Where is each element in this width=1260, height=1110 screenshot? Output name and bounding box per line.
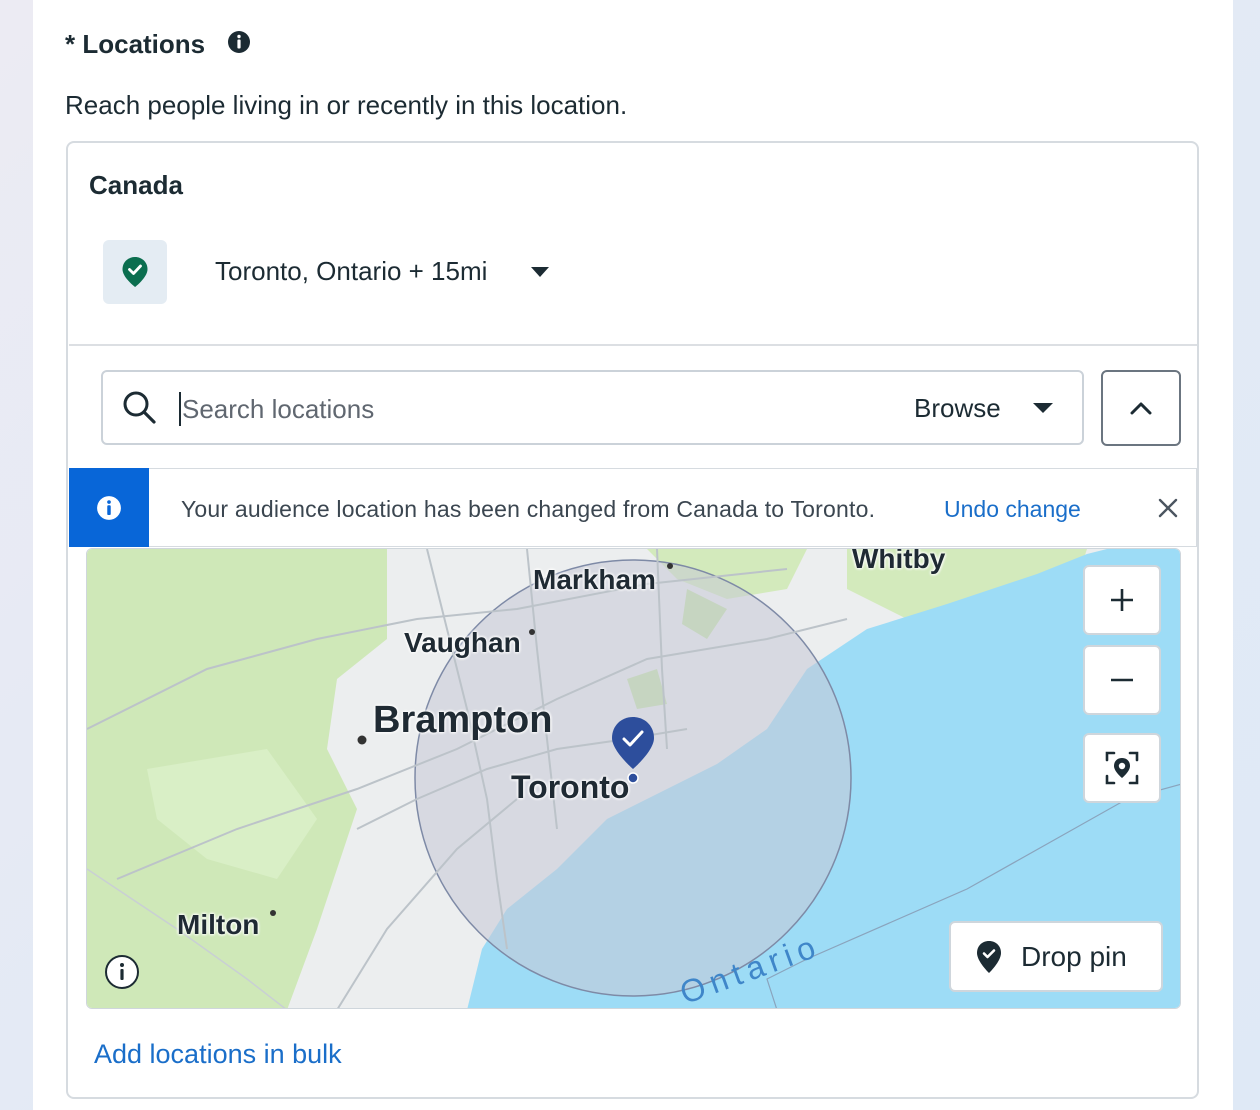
- banner-message: Your audience location has been changed …: [181, 496, 876, 522]
- city-label-vaughan: Vaughan: [404, 627, 521, 658]
- divider: [69, 344, 1197, 346]
- browse-dropdown-label[interactable]: Browse: [914, 393, 1001, 424]
- location-pin-tile: [103, 240, 167, 304]
- caret-down-icon[interactable]: [529, 262, 551, 282]
- info-icon: [97, 495, 121, 520]
- locate-icon: [1105, 751, 1139, 785]
- search-icon: [123, 391, 156, 424]
- section-subtitle: Reach people living in or recently in th…: [65, 90, 628, 120]
- banner-icon-box: [69, 468, 149, 547]
- map-attribution-info-icon[interactable]: [104, 954, 140, 990]
- info-icon[interactable]: [227, 30, 251, 54]
- search-input[interactable]: [182, 390, 782, 428]
- city-label-toronto: Toronto: [511, 769, 630, 805]
- section-title: * Locations: [65, 29, 206, 59]
- country-heading: Canada: [89, 170, 183, 200]
- city-label-brampton: Brampton: [373, 699, 553, 741]
- undo-change-link[interactable]: Undo change: [944, 496, 1081, 523]
- collapse-button[interactable]: [1101, 370, 1181, 446]
- zoom-in-button[interactable]: [1083, 565, 1161, 635]
- chevron-up-icon: [1130, 402, 1152, 415]
- text-cursor: [179, 392, 181, 426]
- minus-icon: [1111, 678, 1133, 682]
- location-check-icon: [122, 257, 148, 287]
- locate-button[interactable]: [1083, 733, 1161, 803]
- zoom-out-button[interactable]: [1083, 645, 1161, 715]
- city-label-whitby: Whitby: [852, 548, 946, 574]
- caret-down-icon[interactable]: [1031, 398, 1055, 418]
- map-pin-icon: [977, 941, 1001, 973]
- plus-icon: [1111, 589, 1133, 611]
- selected-location-label[interactable]: Toronto, Ontario + 15mi: [215, 256, 487, 287]
- close-icon[interactable]: [1157, 497, 1179, 519]
- add-locations-in-bulk-link[interactable]: Add locations in bulk: [94, 1039, 342, 1070]
- city-label-markham: Markham: [533, 564, 656, 595]
- city-label-milton: Milton: [177, 909, 260, 940]
- drop-pin-label: Drop pin: [1021, 941, 1127, 972]
